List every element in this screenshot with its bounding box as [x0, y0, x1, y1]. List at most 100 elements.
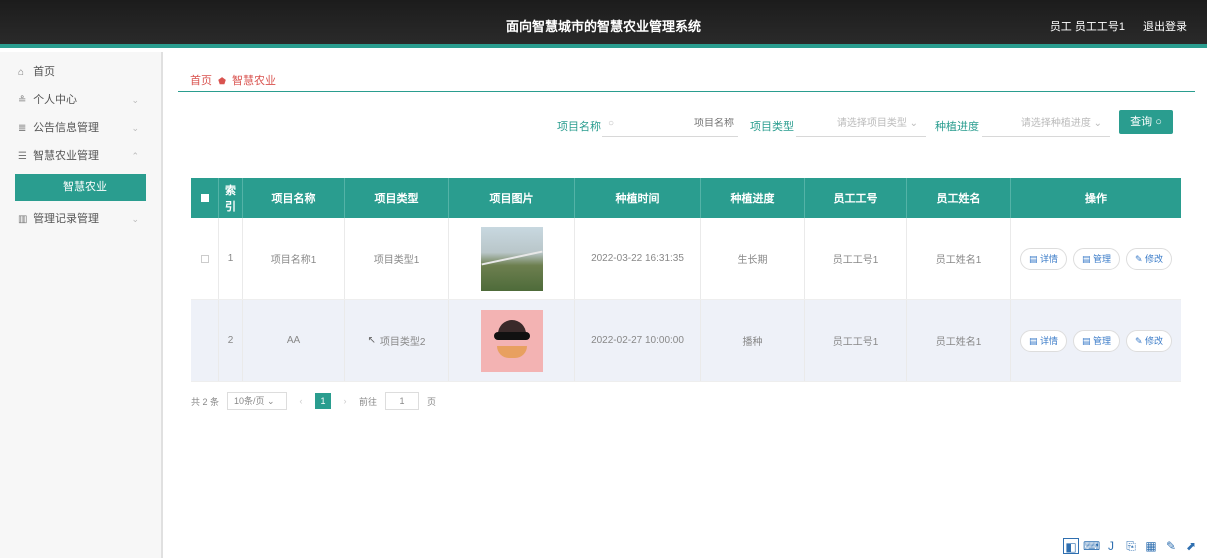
page-unit-label: 页 [427, 396, 437, 407]
type-select[interactable]: 请选择项目类型 ⌄ [796, 113, 926, 137]
edit-button[interactable]: ✎ 修改 [1126, 247, 1173, 270]
clipboard-icon[interactable]: ⎘ [1123, 538, 1139, 554]
divider [178, 91, 1195, 92]
progress-label: 种植进度 [935, 121, 979, 133]
sidebar-subitem-smart-agri[interactable]: 智慧农业 [15, 174, 146, 201]
search-bar: 项目名称 ○ 项目类型 请选择项目类型 ⌄ 种植进度 请选择种植进度 ⌄ [0, 113, 1207, 137]
cell-index: 2 [219, 300, 243, 381]
keyboard-icon[interactable]: ⌨ [1083, 538, 1100, 554]
select-all-checkbox[interactable] [200, 194, 209, 202]
next-page-icon[interactable]: › [339, 396, 351, 406]
page-size-value: 10条/页 [234, 396, 265, 406]
sidebar-item-agri[interactable]: ☰ 智慧农业管理 ⌃ [0, 142, 161, 170]
tool-icon[interactable]: ⬈ [1183, 538, 1199, 554]
search-button[interactable]: 查询 ○ [1119, 110, 1173, 134]
logout-link[interactable]: 退出登录 [1143, 18, 1187, 34]
cell-progress: 播种 [701, 300, 805, 381]
name-search-field[interactable]: ○ [602, 113, 738, 137]
pagination: 共 2 条 10条/页 ⌄ ‹ 1 › 前往 1 页 [191, 391, 444, 411]
sidebar-item-label: 智慧农业管理 [33, 150, 100, 162]
sidebar-item-label: 个人中心 [33, 94, 78, 106]
user-icon: ≗ [18, 95, 27, 106]
edit-button[interactable]: ✎ 修改 [1126, 329, 1173, 352]
prev-page-icon[interactable]: ‹ [295, 396, 307, 406]
breadcrumb-current: 智慧农业 [231, 75, 276, 87]
chevron-up-icon: ⌃ [131, 151, 139, 161]
breadcrumb: 首页 ⬟ 智慧农业 [190, 72, 276, 88]
detail-label: 详情 [1039, 335, 1058, 346]
search-icon: ○ [608, 118, 615, 129]
chevron-down-icon: ⌄ [1093, 118, 1102, 129]
progress-select[interactable]: 请选择种植进度 ⌄ [982, 113, 1110, 137]
cell-image [449, 218, 575, 299]
screenshot-icon[interactable]: ▦ [1143, 538, 1159, 554]
row-select-cell [191, 218, 219, 299]
chevron-down-icon: ⌄ [267, 396, 275, 406]
table-header: 索引 项目名称 项目类型 项目图片 种植时间 种植进度 员工工号 员工姓名 操作 [191, 178, 1181, 218]
cell-type: ↖ 项目类型2 [345, 300, 449, 381]
cell-name: 项目名称1 [243, 218, 345, 299]
header-emp-name: 员工姓名 [907, 178, 1011, 218]
detail-button[interactable]: ▤ 详情 [1019, 329, 1067, 352]
manage-button[interactable]: ▤ 管理 [1072, 329, 1120, 352]
page-size-select[interactable]: 10条/页 ⌄ [227, 392, 288, 410]
edit-icon: ✎ [1135, 253, 1146, 264]
project-image[interactable] [480, 226, 543, 291]
detail-button[interactable]: ▤ 详情 [1019, 247, 1067, 270]
input-method-icon[interactable]: ◧ [1063, 538, 1079, 554]
manage-button[interactable]: ▤ 管理 [1072, 247, 1120, 270]
sidebar-item-home[interactable]: ⌂ 首页 [0, 58, 161, 86]
row-checkbox[interactable] [200, 254, 209, 263]
chart-icon: ▥ [18, 214, 28, 225]
cell-emp-name: 员工姓名1 [907, 218, 1011, 299]
edit-icon: ✎ [1135, 335, 1146, 346]
chevron-down-icon: ⌄ [131, 214, 139, 224]
sidebar-item-label: 管理记录管理 [33, 213, 100, 225]
cell-emp-no: 员工工号1 [805, 300, 907, 381]
skin-icon[interactable]: ✎ [1163, 538, 1179, 554]
system-tray: ◧ ⌨ J ⎘ ▦ ✎ ⬈ [1059, 538, 1199, 554]
cell-image [449, 300, 575, 381]
name-search-input[interactable] [602, 118, 738, 129]
edit-label: 修改 [1145, 253, 1164, 264]
edit-label: 修改 [1145, 335, 1164, 346]
detail-label: 详情 [1039, 253, 1058, 264]
search-icon: ○ [1155, 116, 1162, 128]
goto-label: 前往 [359, 396, 378, 407]
chevron-down-icon: ⌄ [909, 118, 918, 129]
table-row: 1 项目名称1 项目类型1 2022-03-22 16:31:35 生长期 员工… [191, 218, 1181, 300]
project-image[interactable] [480, 309, 543, 372]
cell-actions: ▤ 详情 ▤ 管理 ✎ 修改 [1011, 218, 1181, 299]
header-progress: 种植进度 [701, 178, 805, 218]
punctuation-icon[interactable]: J [1103, 538, 1119, 554]
progress-select-placeholder: 请选择种植进度 [1020, 118, 1091, 129]
header-time: 种植时间 [575, 178, 701, 218]
goto-page-input[interactable]: 1 [385, 392, 420, 410]
type-select-placeholder: 请选择项目类型 [836, 118, 907, 129]
cell-emp-name: 员工姓名1 [907, 300, 1011, 381]
table-row: 2 AA ↖ 项目类型2 2022-02-27 10:00:00 播种 员工工号… [191, 300, 1181, 382]
cell-actions: ▤ 详情 ▤ 管理 ✎ 修改 [1011, 300, 1181, 381]
breadcrumb-home[interactable]: 首页 [190, 75, 212, 87]
total-count: 共 2 条 [191, 396, 220, 407]
search-button-label: 查询 [1130, 116, 1153, 128]
sidebar-item-label: 首页 [33, 66, 56, 78]
app-title: 面向智慧城市的智慧农业管理系统 [505, 20, 701, 35]
cursor-icon: ↖ [367, 335, 376, 346]
header-name: 项目名称 [243, 178, 345, 218]
breadcrumb-separator-icon: ⬟ [218, 76, 226, 86]
page-number-current[interactable]: 1 [315, 393, 332, 409]
row-select-cell [191, 300, 219, 381]
cell-name: AA [243, 300, 345, 381]
header-actions: 操作 [1085, 193, 1107, 205]
cell-index: 1 [219, 218, 243, 299]
cell-type: 项目类型1 [345, 218, 449, 299]
list-icon: ☰ [18, 151, 27, 162]
sidebar-item-records[interactable]: ▥ 管理记录管理 ⌄ [0, 205, 161, 233]
header-index: 索引 [219, 178, 243, 218]
cell-time: 2022-03-22 16:31:35 [575, 218, 701, 299]
manage-icon: ▤ [1081, 335, 1093, 346]
manage-icon: ▤ [1081, 253, 1093, 264]
sidebar-item-profile[interactable]: ≗ 个人中心 ⌄ [0, 86, 161, 114]
cell-time: 2022-02-27 10:00:00 [575, 300, 701, 381]
